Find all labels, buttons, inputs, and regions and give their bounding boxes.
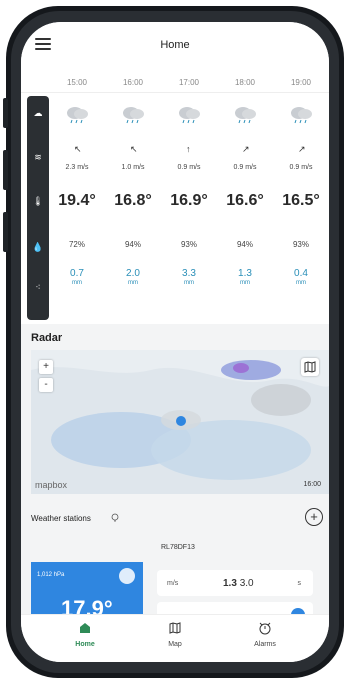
forecast-column: ↗ 0.9 m/s 16.6° 94% 1.3 mm	[217, 96, 273, 320]
rain-amount: 0.4	[294, 268, 308, 279]
weather-stations-label: Weather stations	[31, 514, 91, 523]
thermometer-icon: 🌡	[32, 196, 44, 206]
zoom-in-button[interactable]: +	[39, 360, 53, 374]
rain-unit: mm	[240, 280, 250, 286]
wind-speed: 0.9 m/s	[289, 164, 313, 171]
wind-speed: 1.0 m/s	[121, 164, 145, 171]
hamburger-menu-icon[interactable]	[35, 38, 51, 50]
humidity: 94%	[236, 240, 253, 249]
map-icon	[304, 361, 316, 373]
radar-time: 16:00	[303, 481, 321, 488]
mapbox-attribution[interactable]: mapbox	[35, 480, 67, 490]
humidity: 94%	[124, 240, 141, 249]
wind-direction-icon: ↖	[74, 144, 82, 154]
lightbulb-icon[interactable]	[109, 512, 121, 524]
wind-metric: m/s 1.3 3.0 s	[157, 570, 313, 596]
radar-map[interactable]: + - mapbox 16:00	[31, 350, 329, 494]
nav-item-home[interactable]: Home	[55, 621, 115, 648]
metric-unit: s	[297, 580, 302, 587]
hour-label: 19:00	[290, 78, 312, 87]
weather-stations-header: Weather stations +	[31, 508, 323, 528]
nav-label: Home	[75, 641, 95, 648]
temperature: 16.8°	[114, 192, 152, 209]
rain-cloud-icon	[67, 107, 88, 124]
wind-legend-icon: ≋	[34, 152, 42, 162]
add-station-button[interactable]: +	[305, 508, 323, 526]
rain-legend-icon: ⁖	[35, 282, 41, 292]
wind-direction-icon: ↖	[130, 144, 138, 154]
wind-speed: 2.3 m/s	[65, 164, 89, 171]
rain-unit: mm	[296, 280, 306, 286]
forecast-column: ↑ 0.9 m/s 16.9° 93% 3.3 mm	[161, 96, 217, 320]
rain-amount: 1.3	[238, 268, 252, 279]
wind-speed: 0.9 m/s	[177, 164, 201, 171]
wind-direction-icon: ↗	[242, 144, 250, 154]
rain-amount: 0.7	[70, 268, 84, 279]
radar-heading: Radar	[31, 332, 63, 344]
home-icon	[80, 623, 90, 633]
nav-label: Alarms	[254, 641, 276, 648]
temperature: 19.4°	[58, 192, 96, 209]
side-button	[3, 150, 8, 190]
humidity: 93%	[180, 240, 197, 249]
bottom-navigation: Home Map Alarms	[21, 614, 329, 662]
hour-label: 16:00	[122, 78, 144, 87]
humidity: 93%	[292, 240, 309, 249]
rain-amount: 3.3	[182, 268, 196, 279]
app-bar: Home	[21, 22, 329, 68]
forecast-legend: ☁ ≋ 🌡 💧 ⁖	[27, 96, 49, 320]
side-button	[3, 98, 8, 128]
nav-item-alarms[interactable]: Alarms	[235, 621, 295, 648]
metric-unit: m/s	[167, 580, 179, 587]
metric-values: 1.3 3.0	[223, 578, 254, 589]
map-icon	[169, 622, 181, 634]
page-title: Home	[160, 39, 190, 51]
forecast-column: ↖ 2.3 m/s 19.4° 72% 0.7 mm	[49, 96, 105, 320]
hourly-forecast[interactable]: 15:00 16:00 17:00 18:00 19:00 ☁ ≋ 🌡 💧 ⁖ …	[21, 68, 329, 324]
wind-speed: 0.9 m/s	[233, 164, 257, 171]
forecast-column: ↖ 1.0 m/s 16.8° 94% 2.0 mm	[105, 96, 161, 320]
rain-unit: mm	[128, 280, 138, 286]
temperature: 16.6°	[226, 192, 264, 209]
side-button	[3, 212, 8, 252]
station-id: RL78DF13	[161, 544, 195, 551]
app-screen: Home 15:00 16:00 17:00 18:00 19:00 ☁ ≋ 🌡…	[21, 22, 329, 662]
hour-label: 17:00	[178, 78, 200, 87]
location-marker[interactable]	[176, 416, 186, 426]
rain-cloud-icon	[179, 107, 200, 124]
nav-label: Map	[168, 641, 182, 648]
rain-unit: mm	[72, 280, 82, 286]
rain-unit: mm	[184, 280, 194, 286]
zoom-out-button[interactable]: -	[39, 378, 53, 392]
humidity-icon: 💧	[32, 242, 44, 252]
nav-item-map[interactable]: Map	[145, 621, 205, 648]
wind-direction-icon: ↑	[186, 144, 191, 154]
pressure-value: 1,012 hPa	[37, 572, 65, 578]
rain-amount: 2.0	[126, 268, 140, 279]
hours-row: 15:00 16:00 17:00 18:00 19:00	[21, 72, 329, 93]
temperature: 16.5°	[282, 192, 320, 209]
hour-label: 18:00	[234, 78, 256, 87]
forecast-column: ↗ 0.9 m/s 16.5° 93% 0.4 mm	[273, 96, 329, 320]
alarm-icon	[259, 622, 271, 635]
rain-cloud-icon	[123, 107, 144, 124]
rain-cloud-icon	[291, 107, 312, 124]
humidity: 72%	[68, 240, 85, 249]
temperature: 16.9°	[170, 192, 208, 209]
map-layers-button[interactable]	[301, 358, 319, 376]
wind-direction-icon: ↗	[298, 144, 306, 154]
cloud-legend-icon: ☁	[33, 108, 43, 118]
rain-cloud-icon	[235, 107, 256, 124]
hour-label: 15:00	[66, 78, 88, 87]
station-settings-icon[interactable]	[119, 568, 135, 584]
